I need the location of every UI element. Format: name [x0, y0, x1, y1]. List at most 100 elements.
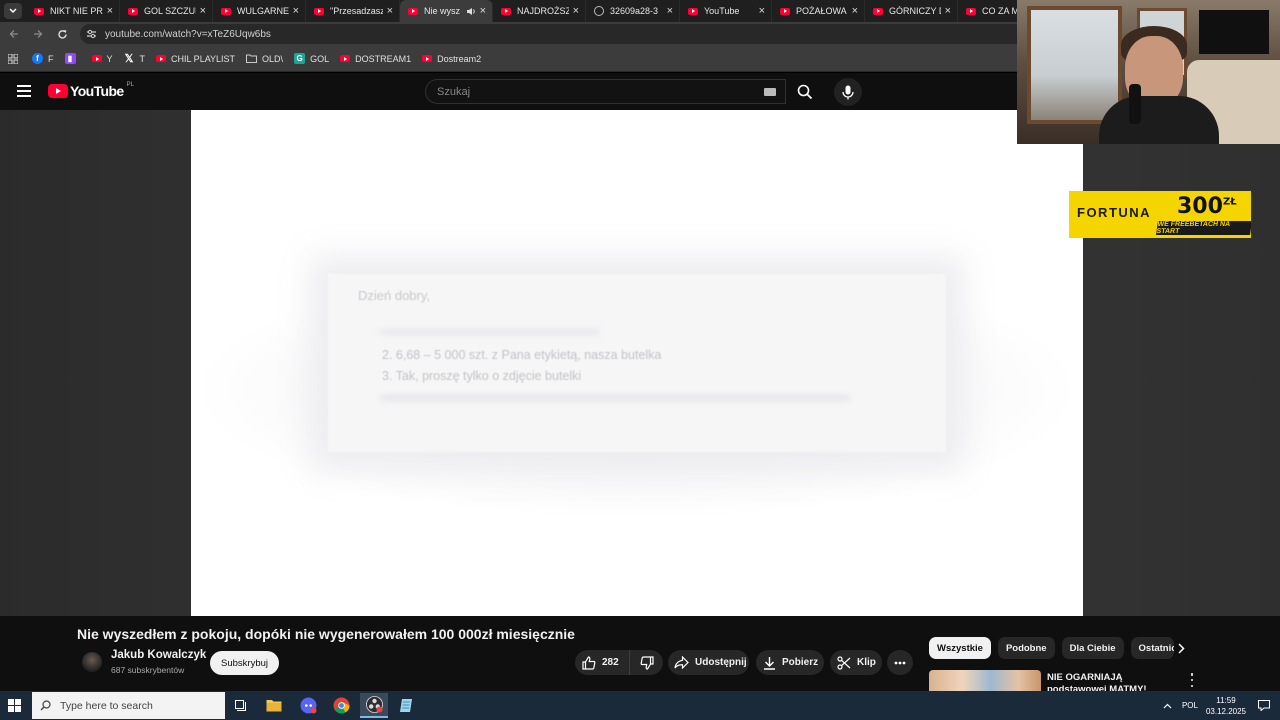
notepad-icon [399, 699, 412, 712]
chip-for-you[interactable]: Dla Ciebie [1061, 637, 1124, 659]
obs-app-button[interactable] [360, 693, 388, 718]
chevron-up-icon[interactable] [1163, 703, 1172, 709]
browser-tab[interactable]: POŻAŁOWA × [772, 0, 865, 22]
chip-all[interactable]: Wszystkie [929, 637, 991, 659]
chip-related[interactable]: Podobne [997, 637, 1055, 659]
chevron-right-icon [1177, 642, 1185, 654]
url-bar[interactable]: youtube.com/watch?v=xTeZ6Uqw6bs [80, 24, 1017, 44]
bookmark-item[interactable]: G GOL [294, 53, 329, 64]
task-view-icon [234, 700, 246, 711]
twitch-icon: ▮ [64, 53, 76, 64]
tab-close-icon[interactable]: × [293, 5, 299, 17]
arrow-right-icon [34, 30, 43, 38]
browser-tab[interactable]: 32609a28-3 × [586, 0, 680, 22]
channel-name[interactable]: Jakub Kowalczyk [111, 649, 206, 661]
tab-close-icon[interactable]: × [573, 5, 579, 17]
arrow-left-icon [9, 30, 18, 38]
notification-icon[interactable] [1258, 700, 1270, 711]
download-button[interactable]: Pobierz [756, 650, 824, 675]
tab-close-icon[interactable]: × [759, 5, 765, 17]
bookmark-item[interactable]: Y [91, 54, 113, 64]
subscriber-count: 687 subskrybentów [111, 665, 185, 675]
tab-close-icon[interactable]: × [387, 5, 393, 17]
chevron-down-icon [9, 8, 17, 14]
chip-recent[interactable]: Ostatnio [1130, 637, 1174, 659]
discord-app-button[interactable] [294, 693, 322, 718]
voice-search-button[interactable] [834, 78, 862, 106]
back-button[interactable] [2, 22, 26, 46]
like-dislike-group: 282 [575, 650, 663, 675]
youtube-favicon-icon [688, 7, 698, 15]
browser-tab[interactable]: WULGARNE × [213, 0, 306, 22]
more-horizontal-icon [894, 661, 906, 664]
recommendation-title[interactable]: NIE OGARNIAJĄ podstawowej MATMY! [1047, 672, 1177, 691]
youtube-favicon-icon [873, 7, 883, 15]
scissors-icon [837, 655, 851, 670]
browser-tab[interactable]: NIKT NIE PRZ × [26, 0, 120, 22]
share-icon [674, 656, 689, 669]
taskbar-search-input[interactable]: Type here to search [32, 692, 225, 719]
youtube-masthead: YouTube PL Szukaj [0, 73, 1017, 110]
globe-favicon-icon [594, 6, 604, 16]
tab-close-icon[interactable]: × [107, 5, 113, 17]
browser-tab[interactable]: "Przesadzasz × [306, 0, 400, 22]
browser-tab[interactable]: GOL SZCZUR × [120, 0, 213, 22]
speaker-icon[interactable] [466, 7, 476, 16]
youtube-logo[interactable]: YouTube PL [48, 82, 134, 99]
video-frame-letter: Dzień dobry, 2. 6,68 – 5 000 szt. z Pana… [328, 274, 946, 452]
folder-icon [246, 54, 258, 63]
tab-close-icon[interactable]: × [200, 5, 206, 17]
bookmark-item[interactable]: CHIL PLAYLIST [156, 54, 235, 64]
search-icon [40, 700, 51, 711]
bookmark-folder[interactable]: OLD\ [246, 54, 283, 64]
tab-close-icon[interactable]: × [945, 5, 951, 17]
share-button[interactable]: Udostępnij [668, 650, 749, 675]
tab-search-button[interactable] [0, 0, 26, 22]
clock[interactable]: 11:59 03.12.2025 [1206, 695, 1246, 717]
bookmark-item[interactable]: ▮ [64, 53, 81, 64]
chrome-app-button[interactable] [327, 693, 355, 718]
youtube-favicon-icon [34, 7, 44, 15]
apps-button[interactable] [8, 53, 18, 64]
keyboard-icon[interactable] [764, 88, 776, 96]
search-button[interactable] [786, 79, 823, 104]
subscribe-button[interactable]: Subskrybuj [210, 651, 279, 675]
language-indicator[interactable]: POL [1182, 701, 1198, 710]
recommendation-menu-button[interactable] [1186, 673, 1198, 687]
tab-close-icon[interactable]: × [852, 5, 858, 17]
recommendation-thumbnail[interactable] [929, 670, 1041, 692]
dislike-button[interactable] [630, 650, 663, 675]
clip-button[interactable]: Klip [830, 650, 882, 675]
browser-tab[interactable]: NAJDROŻSZ × [493, 0, 586, 22]
bookmark-item[interactable]: 𝕏 T [124, 53, 145, 65]
forward-button[interactable] [26, 22, 50, 46]
thumbs-down-icon [640, 655, 654, 670]
site-info-icon[interactable] [86, 29, 97, 39]
channel-avatar[interactable] [82, 652, 102, 672]
bookmark-item[interactable]: DOSTREAM1 [340, 54, 411, 64]
video-player[interactable]: Dzień dobry, 2. 6,68 – 5 000 szt. z Pana… [191, 110, 1083, 616]
more-actions-button[interactable] [887, 650, 913, 675]
tab-close-icon[interactable]: × [667, 5, 673, 17]
windows-start-button[interactable] [8, 699, 21, 712]
reload-button[interactable] [50, 22, 74, 46]
like-button[interactable]: 282 [575, 650, 630, 675]
file-explorer-button[interactable] [260, 693, 288, 718]
search-input[interactable]: Szukaj [425, 79, 786, 104]
browser-tab[interactable]: YouTube × [680, 0, 772, 22]
task-view-button[interactable] [227, 693, 255, 718]
bookmark-item[interactable]: Dostream2 [422, 54, 481, 64]
bookmark-item[interactable]: f F [32, 53, 54, 64]
url-text: youtube.com/watch?v=xTeZ6Uqw6bs [105, 28, 271, 40]
notepad-app-button[interactable] [392, 693, 420, 718]
video-info-bar: Nie wyszedłem z pokoju, dopóki nie wygen… [0, 616, 1280, 692]
browser-tab-active[interactable]: Nie wysz × [400, 0, 493, 22]
menu-icon[interactable] [17, 85, 31, 97]
browser-tab[interactable]: GÓRNICZY D × [865, 0, 958, 22]
search-icon [797, 84, 812, 99]
tab-close-icon[interactable]: × [480, 5, 486, 17]
g-icon: G [294, 53, 306, 64]
chrome-icon [333, 697, 349, 714]
chips-next-button[interactable] [1173, 640, 1189, 656]
apps-grid-icon [8, 53, 18, 64]
